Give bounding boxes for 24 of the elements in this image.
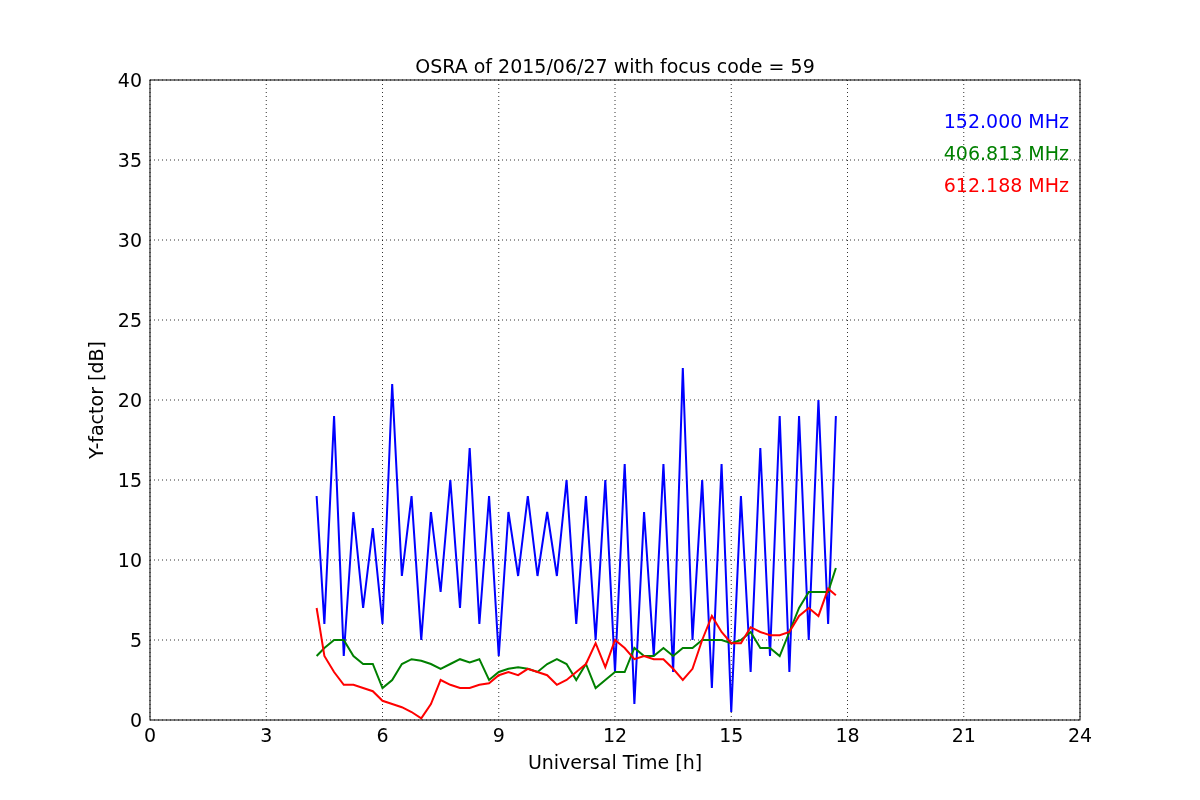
x-axis-label: Universal Time [h] [527, 751, 703, 773]
x-tick-label: 0 [143, 724, 157, 746]
legend-label: 612.188 MHz [943, 174, 1069, 196]
x-tick-label: 24 [1067, 724, 1093, 746]
y-tick-label: 30 [117, 229, 142, 251]
y-axis-label: Y-factor [dB] [85, 341, 107, 459]
y-tick-label: 40 [117, 69, 142, 91]
y-tick-label: 25 [117, 309, 142, 331]
y-tick-label: 5 [129, 629, 142, 651]
x-tick-label: 18 [835, 724, 860, 746]
x-tick-label: 3 [260, 724, 273, 746]
x-tick-label: 6 [376, 724, 389, 746]
x-tick-label: 9 [492, 724, 505, 746]
x-tick-label: 21 [951, 724, 976, 746]
legend-label: 406.813 MHz [943, 142, 1069, 164]
legend-label: 152.000 MHz [943, 110, 1069, 132]
y-tick-label: 35 [117, 149, 142, 171]
chart-title: OSRA of 2015/06/27 with focus code = 59 [415, 55, 815, 77]
y-tick-label: 10 [117, 549, 142, 571]
x-tick-label: 15 [719, 724, 744, 746]
y-tick-label: 20 [117, 389, 142, 411]
x-tick-label: 12 [602, 724, 628, 746]
y-tick-label: 0 [129, 709, 142, 731]
y-tick-label: 15 [117, 469, 142, 491]
